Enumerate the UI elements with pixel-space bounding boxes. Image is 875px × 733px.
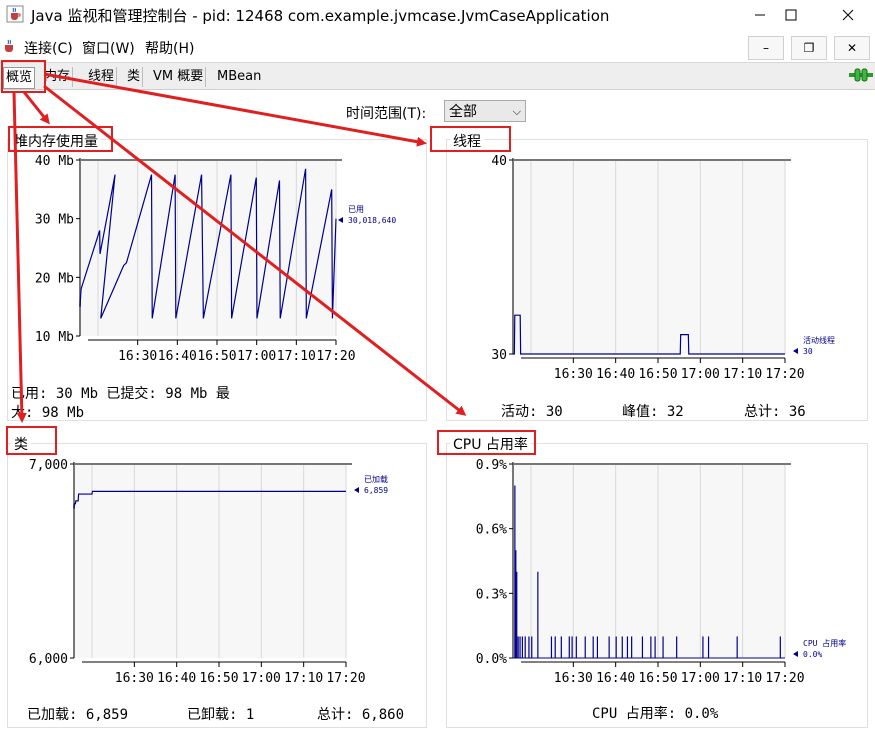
arrow-to-cpu [43,84,467,416]
arrow-to-threads [43,72,427,147]
annotation-arrows [12,72,467,423]
arrow-to-classes [12,91,27,423]
arrow-to-heap [22,91,50,125]
